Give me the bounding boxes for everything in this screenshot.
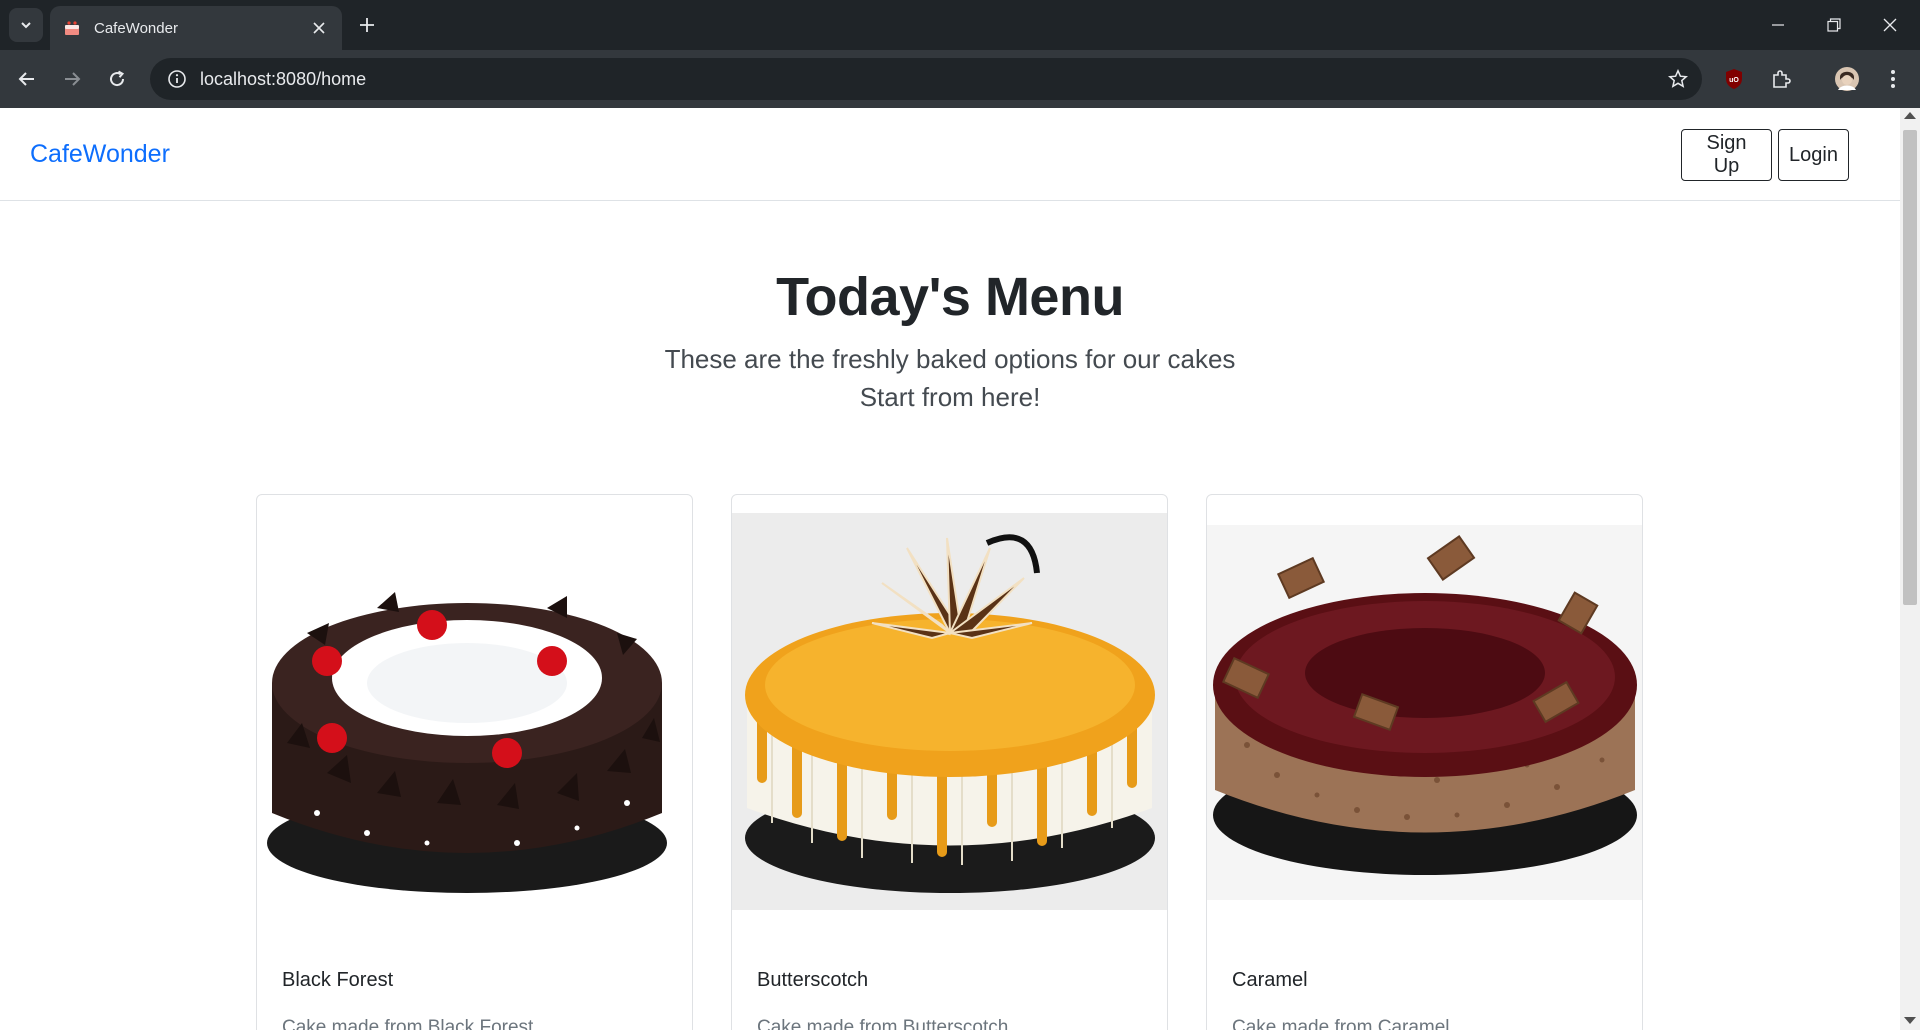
cake-card-butterscotch[interactable]: Butterscotch Cake made from Butterscotch: [731, 494, 1168, 1030]
butterscotch-cake-image: [732, 513, 1167, 910]
site-navbar: CafeWonder Sign Up Login: [0, 108, 1900, 201]
restore-button[interactable]: [1806, 0, 1862, 50]
scroll-down-arrow-icon[interactable]: [1904, 1017, 1916, 1024]
browser-tab[interactable]: CafeWonder: [50, 6, 342, 50]
arrow-left-icon: [18, 72, 34, 86]
page-title: Today's Menu: [776, 267, 1124, 327]
cake-favicon-icon: [62, 18, 82, 38]
brand-link[interactable]: CafeWonder: [30, 140, 170, 169]
svg-text:uO: uO: [1729, 77, 1739, 84]
close-tab-icon[interactable]: [308, 17, 330, 39]
extensions-puzzle-icon[interactable]: [1764, 62, 1798, 96]
site-info-icon[interactable]: [156, 58, 198, 100]
signup-button[interactable]: Sign Up: [1681, 129, 1772, 181]
minimize-button[interactable]: [1750, 0, 1806, 50]
scrollbar-thumb[interactable]: [1903, 130, 1917, 605]
minimize-icon: [1772, 24, 1784, 26]
cake-card-black-forest[interactable]: Black Forest Cake made from Black Forest: [256, 494, 693, 1030]
card-title: Black Forest: [282, 969, 394, 991]
reload-button[interactable]: [100, 62, 134, 96]
plus-icon: [360, 18, 374, 32]
page-subtitle: These are the freshly baked options for …: [664, 344, 1236, 374]
tab-search-button[interactable]: [9, 8, 43, 42]
black-forest-cake-image: [257, 513, 692, 913]
chevron-down-icon: [21, 22, 31, 29]
bookmark-star-icon[interactable]: [1666, 67, 1690, 91]
cake-card-caramel[interactable]: Caramel Cake made from Caramel: [1206, 494, 1643, 1030]
caramel-cake-image: [1207, 525, 1642, 900]
page-viewport: CafeWonder Sign Up Login Today's Menu Th…: [0, 108, 1900, 1030]
card-title: Caramel: [1232, 969, 1308, 991]
card-text: Cake made from Caramel: [1232, 1017, 1450, 1030]
restore-icon: [1827, 18, 1841, 32]
scroll-up-arrow-icon[interactable]: [1904, 112, 1916, 119]
card-text: Cake made from Black Forest: [282, 1017, 534, 1030]
browser-menu-icon[interactable]: [1876, 62, 1910, 96]
reload-icon: [110, 70, 125, 87]
page-subtitle-cta: Start from here!: [859, 382, 1041, 412]
ublock-extension-icon[interactable]: uO: [1717, 62, 1751, 96]
address-bar[interactable]: localhost:8080/home: [150, 58, 1702, 100]
card-title: Butterscotch: [757, 969, 869, 991]
browser-tab-strip: CafeWonder: [0, 0, 1920, 50]
forward-button[interactable]: [55, 62, 89, 96]
browser-toolbar: localhost:8080/home uO: [0, 50, 1920, 108]
profile-avatar[interactable]: [1830, 62, 1864, 96]
url-text: localhost:8080/home: [200, 68, 367, 89]
new-tab-button[interactable]: [352, 10, 382, 40]
tab-title: CafeWonder: [94, 19, 178, 37]
page-scrollbar[interactable]: [1900, 108, 1920, 1030]
card-text: Cake made from Butterscotch: [757, 1017, 1009, 1030]
close-icon: [1883, 18, 1897, 32]
arrow-right-icon: [65, 72, 81, 86]
login-button[interactable]: Login: [1778, 129, 1849, 181]
close-window-button[interactable]: [1862, 0, 1918, 50]
back-button[interactable]: [10, 62, 44, 96]
